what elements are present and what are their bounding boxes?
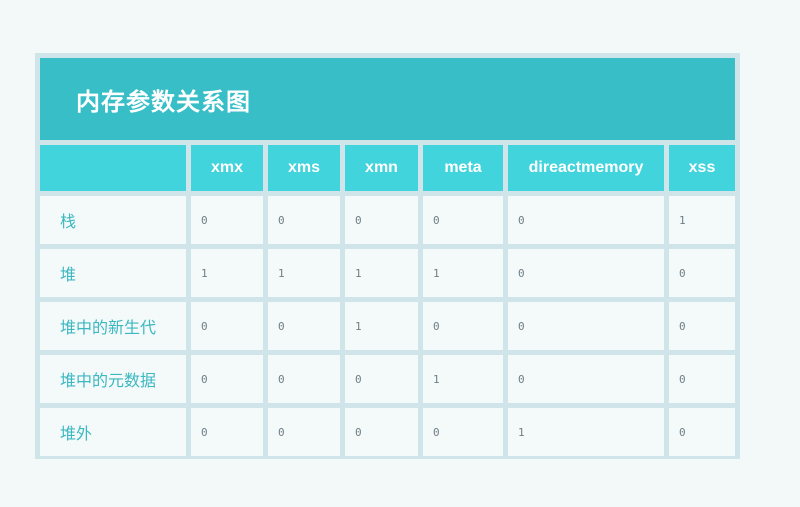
table-cell: 0 — [669, 249, 735, 297]
table-cell: 1 — [268, 249, 340, 297]
column-header-xmn: xmn — [345, 145, 418, 191]
table-header-row: xmx xms xmn meta direactmemory xss — [40, 145, 735, 191]
table-cell: 0 — [508, 355, 664, 403]
table-cell: 1 — [345, 249, 418, 297]
table-cell: 0 — [345, 408, 418, 456]
header-corner-cell — [40, 145, 186, 191]
page-title: 内存参数关系图 — [76, 87, 251, 116]
table-cell: 0 — [508, 302, 664, 350]
table-row: 堆外 0 0 0 0 1 0 — [40, 408, 735, 456]
column-header-xms: xms — [268, 145, 340, 191]
table-cell: 1 — [508, 408, 664, 456]
row-label-young-generation: 堆中的新生代 — [40, 302, 186, 350]
table-row: 堆 1 1 1 1 0 0 — [40, 249, 735, 297]
row-label-heap: 堆 — [40, 249, 186, 297]
column-header-direactmemory: direactmemory — [508, 145, 664, 191]
table-row: 堆中的元数据 0 0 0 1 0 0 — [40, 355, 735, 403]
table-cell: 1 — [669, 196, 735, 244]
table-cell: 0 — [423, 302, 503, 350]
table-cell: 0 — [191, 355, 263, 403]
row-label-stack: 栈 — [40, 196, 186, 244]
table-cell: 0 — [191, 302, 263, 350]
table-row: 堆中的新生代 0 0 1 0 0 0 — [40, 302, 735, 350]
table-cell: 0 — [268, 355, 340, 403]
table-cell: 0 — [345, 196, 418, 244]
table-cell: 1 — [423, 355, 503, 403]
table-row: 栈 0 0 0 0 0 1 — [40, 196, 735, 244]
table-cell: 0 — [508, 196, 664, 244]
memory-params-table: xmx xms xmn meta direactmemory xss 栈 0 0… — [35, 140, 740, 461]
table-cell: 1 — [191, 249, 263, 297]
row-label-metadata: 堆中的元数据 — [40, 355, 186, 403]
row-label-off-heap: 堆外 — [40, 408, 186, 456]
table-cell: 0 — [191, 196, 263, 244]
column-header-xss: xss — [669, 145, 735, 191]
table-cell: 0 — [268, 408, 340, 456]
table-cell: 0 — [268, 196, 340, 244]
table-cell: 0 — [423, 408, 503, 456]
table-cell: 0 — [423, 196, 503, 244]
memory-params-card: 内存参数关系图 xmx xms xmn meta direactmemory x… — [35, 53, 740, 459]
table-cell: 0 — [669, 355, 735, 403]
table-cell: 0 — [669, 408, 735, 456]
table-cell: 1 — [345, 302, 418, 350]
table-cell: 0 — [191, 408, 263, 456]
table-cell: 1 — [423, 249, 503, 297]
table-cell: 0 — [345, 355, 418, 403]
page-canvas: 内存参数关系图 xmx xms xmn meta direactmemory x… — [0, 0, 800, 507]
table-cell: 0 — [508, 249, 664, 297]
title-bar: 内存参数关系图 — [40, 58, 735, 140]
column-header-xmx: xmx — [191, 145, 263, 191]
column-header-meta: meta — [423, 145, 503, 191]
table-cell: 0 — [268, 302, 340, 350]
table-cell: 0 — [669, 302, 735, 350]
